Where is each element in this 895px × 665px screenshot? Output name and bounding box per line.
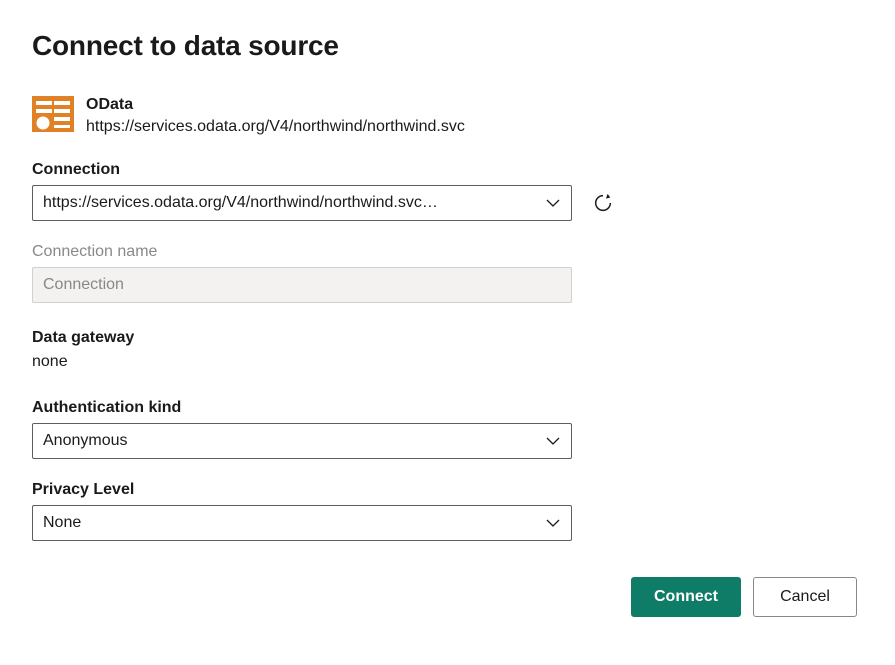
source-name: OData [86,94,465,116]
privacy-level-label: Privacy Level [32,481,863,499]
connection-name-label: Connection name [32,243,863,261]
refresh-icon[interactable] [592,192,614,214]
dialog-buttons: Connect Cancel [32,577,863,617]
data-gateway-label: Data gateway [32,329,863,347]
chevron-down-icon [545,515,561,531]
connection-dropdown[interactable]: https://services.odata.org/V4/northwind/… [32,185,572,221]
connect-button[interactable]: Connect [631,577,741,617]
odata-icon [32,96,74,132]
auth-kind-dropdown[interactable]: Anonymous [32,423,572,459]
auth-kind-label: Authentication kind [32,399,863,417]
cancel-button[interactable]: Cancel [753,577,857,617]
privacy-level-dropdown[interactable]: None [32,505,572,541]
source-url: https://services.odata.org/V4/northwind/… [86,116,465,138]
connection-selected-value: https://services.odata.org/V4/northwind/… [43,194,531,212]
data-source-header: OData https://services.odata.org/V4/nort… [32,94,863,137]
connection-label: Connection [32,161,863,179]
connection-name-input[interactable] [32,267,572,303]
auth-kind-selected-value: Anonymous [43,432,531,450]
privacy-level-selected-value: None [43,514,531,532]
chevron-down-icon [545,195,561,211]
data-gateway-value: none [32,353,863,371]
chevron-down-icon [545,433,561,449]
page-title: Connect to data source [32,30,863,62]
